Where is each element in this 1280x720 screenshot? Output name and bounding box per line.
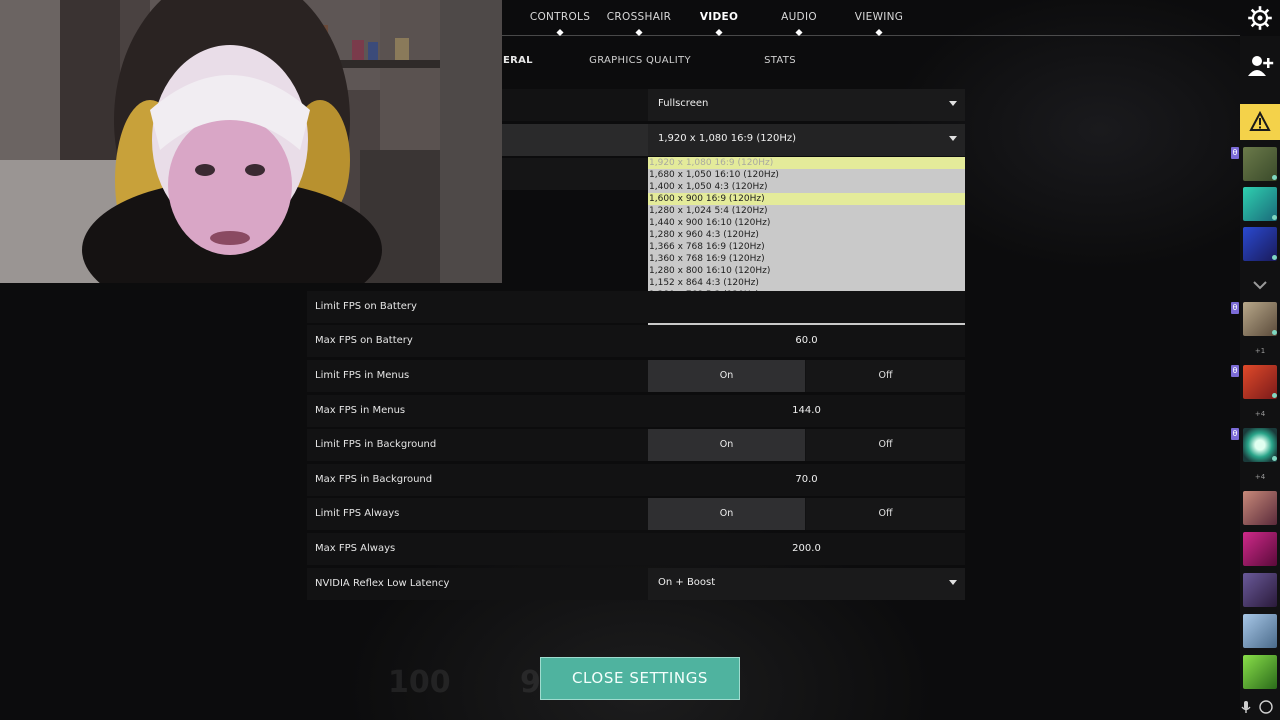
online-status-dot bbox=[1272, 215, 1277, 220]
setting-label: Max FPS in Menus bbox=[315, 405, 406, 416]
close-settings-button[interactable]: CLOSE SETTINGS bbox=[540, 657, 740, 700]
max-fps-background-input[interactable]: 70.0 bbox=[648, 464, 965, 496]
limit-fps-background-on-button[interactable]: On bbox=[648, 429, 805, 461]
webcam-overlay bbox=[0, 0, 502, 283]
online-status-dot bbox=[1272, 456, 1277, 461]
limit-fps-menus-on-button[interactable]: On bbox=[648, 360, 805, 392]
chevron-down-icon[interactable] bbox=[1252, 279, 1268, 291]
max-fps-battery-input[interactable]: 60.0 bbox=[648, 325, 965, 357]
online-status-dot bbox=[1272, 393, 1277, 398]
resolution-option[interactable]: 1,366 x 768 16:9 (120Hz) bbox=[648, 241, 965, 253]
setting-label: Max FPS Always bbox=[315, 543, 396, 554]
resolution-option[interactable]: 1,680 x 1,050 16:10 (120Hz) bbox=[648, 169, 965, 181]
add-friend-icon[interactable] bbox=[1240, 48, 1280, 84]
rank-badge: θ bbox=[1231, 302, 1239, 314]
microphone-icon[interactable] bbox=[1238, 699, 1254, 715]
limit-fps-always-off-button[interactable]: Off bbox=[806, 498, 965, 530]
setting-label: NVIDIA Reflex Low Latency bbox=[315, 578, 450, 589]
max-fps-always-input[interactable]: 200.0 bbox=[648, 533, 965, 565]
resolution-option[interactable]: 1,440 x 900 16:10 (120Hz) bbox=[648, 217, 965, 229]
friend-avatar[interactable] bbox=[1243, 655, 1277, 689]
subtab-stats[interactable]: STATS bbox=[764, 55, 796, 66]
display-mode-value: Fullscreen bbox=[658, 98, 709, 109]
resolution-option[interactable]: 1,280 x 800 16:10 (120Hz) bbox=[648, 265, 965, 277]
limit-fps-background-off-button[interactable]: Off bbox=[806, 429, 965, 461]
party-count: +4 bbox=[1254, 473, 1266, 481]
limit-fps-menus-row: Limit FPS in Menus On Off bbox=[307, 360, 965, 392]
subtab-graphics-quality[interactable]: GRAPHICS QUALITY bbox=[589, 55, 691, 66]
chevron-down-icon bbox=[949, 136, 957, 141]
resolution-option[interactable]: 1,280 x 960 4:3 (120Hz) bbox=[648, 229, 965, 241]
party-count: +4 bbox=[1254, 410, 1266, 418]
tab-video[interactable]: VIDEO bbox=[700, 11, 738, 23]
party-count: +1 bbox=[1254, 347, 1266, 355]
limit-fps-menus-off-button[interactable]: Off bbox=[806, 360, 965, 392]
limit-fps-background-row: Limit FPS in Background On Off bbox=[307, 429, 965, 461]
max-fps-always-row: Max FPS Always 200.0 bbox=[307, 533, 965, 565]
webcam-image bbox=[0, 0, 502, 283]
resolution-option[interactable]: 1,280 x 1,024 5:4 (120Hz) bbox=[648, 205, 965, 217]
friend-avatar[interactable] bbox=[1243, 491, 1277, 525]
background-hud-faded-2: 9 bbox=[520, 665, 541, 700]
rank-badge: θ bbox=[1231, 428, 1239, 440]
online-status-dot bbox=[1272, 175, 1277, 180]
rank-badge: θ bbox=[1231, 365, 1239, 377]
tab-viewing[interactable]: VIEWING bbox=[855, 11, 903, 23]
subtab-general[interactable]: ERAL bbox=[503, 55, 533, 66]
setting-label: Max FPS in Background bbox=[315, 474, 433, 485]
resolution-option[interactable]: 1,920 x 1,080 16:9 (120Hz) bbox=[648, 157, 965, 169]
limit-fps-battery-row: Limit FPS on Battery bbox=[307, 291, 965, 323]
setting-label: Limit FPS in Background bbox=[315, 439, 437, 450]
resolution-value: 1,920 x 1,080 16:9 (120Hz) bbox=[658, 133, 797, 144]
max-fps-menus-row: Max FPS in Menus 144.0 bbox=[307, 395, 965, 427]
setting-label: Limit FPS Always bbox=[315, 508, 400, 519]
friend-avatar[interactable] bbox=[1243, 532, 1277, 566]
chevron-down-icon bbox=[949, 580, 957, 585]
rank-badge: θ bbox=[1231, 147, 1239, 159]
resolution-option[interactable]: 1,600 x 900 16:9 (120Hz) bbox=[648, 193, 965, 205]
nvidia-reflex-row: NVIDIA Reflex Low Latency On + Boost bbox=[307, 568, 965, 600]
max-fps-menus-input[interactable]: 144.0 bbox=[648, 395, 965, 427]
setting-label: Max FPS on Battery bbox=[315, 335, 413, 346]
max-fps-battery-row: Max FPS on Battery 60.0 bbox=[307, 325, 965, 357]
resolution-option[interactable]: 1,152 x 864 4:3 (120Hz) bbox=[648, 277, 965, 289]
nvidia-reflex-dropdown[interactable]: On + Boost bbox=[648, 568, 965, 600]
nvidia-reflex-value: On + Boost bbox=[658, 577, 716, 588]
chevron-down-icon bbox=[949, 101, 957, 106]
setting-label: Limit FPS in Menus bbox=[315, 370, 410, 381]
headset-icon[interactable] bbox=[1258, 699, 1274, 715]
resolution-dropdown[interactable]: 1,920 x 1,080 16:9 (120Hz) bbox=[648, 124, 965, 156]
tab-crosshair[interactable]: CROSSHAIR bbox=[607, 11, 671, 23]
online-status-dot bbox=[1272, 255, 1277, 260]
setting-label: Limit FPS on Battery bbox=[315, 301, 417, 312]
limit-fps-always-row: Limit FPS Always On Off bbox=[307, 498, 965, 530]
max-fps-background-row: Max FPS in Background 70.0 bbox=[307, 464, 965, 496]
tab-audio[interactable]: AUDIO bbox=[781, 11, 817, 23]
limit-fps-always-on-button[interactable]: On bbox=[648, 498, 805, 530]
friend-avatar[interactable] bbox=[1243, 573, 1277, 607]
display-mode-dropdown[interactable]: Fullscreen bbox=[648, 89, 965, 121]
warning-icon[interactable] bbox=[1240, 104, 1280, 140]
tab-controls[interactable]: CONTROLS bbox=[530, 11, 590, 23]
resolution-option[interactable]: 1,400 x 1,050 4:3 (120Hz) bbox=[648, 181, 965, 193]
gear-icon[interactable] bbox=[1248, 6, 1272, 30]
friend-avatar[interactable] bbox=[1243, 614, 1277, 648]
resolution-option[interactable]: 1,360 x 768 16:9 (120Hz) bbox=[648, 253, 965, 265]
background-hud-faded: 100 bbox=[388, 665, 451, 700]
online-status-dot bbox=[1272, 330, 1277, 335]
